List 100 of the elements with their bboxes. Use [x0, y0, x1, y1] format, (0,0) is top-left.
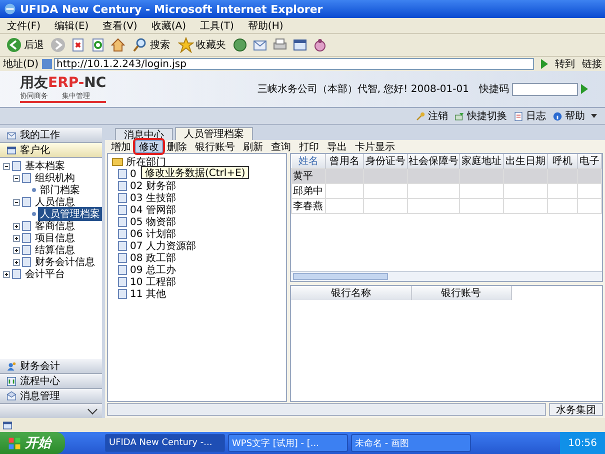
toolbar-button[interactable]: 打印 — [295, 140, 323, 153]
favorites-button[interactable]: 收藏夹 — [176, 36, 228, 54]
sidebar-section[interactable]: 流程中心 — [0, 374, 102, 389]
tree-item[interactable]: 08 政工部 — [130, 251, 176, 265]
tree-item[interactable]: 05 物资部 — [130, 215, 176, 229]
menu-item[interactable]: 收藏(A) — [144, 18, 193, 32]
tree-item[interactable]: 组织机构 — [33, 171, 77, 185]
messenger-button[interactable] — [312, 37, 328, 53]
bullet-icon — [32, 212, 36, 216]
menu-item[interactable]: 工具(T) — [193, 18, 241, 32]
favorites-icon — [178, 37, 194, 53]
log-link[interactable]: 日志 — [513, 109, 546, 123]
help-link[interactable]: 帮助 — [552, 109, 585, 123]
stop-button[interactable] — [70, 37, 86, 53]
expand-toggle[interactable] — [13, 222, 20, 230]
menu-item[interactable]: 编辑(E) — [48, 18, 96, 32]
sidebar-section[interactable]: 消息管理 — [0, 389, 102, 404]
collapse-toggle[interactable] — [3, 162, 10, 170]
tree-item[interactable]: 02 财务部 — [130, 179, 176, 193]
tree-item[interactable]: 基本档案 — [23, 159, 67, 173]
column-header[interactable]: 身份证号 — [364, 154, 408, 168]
log-icon — [513, 110, 524, 122]
tree-item[interactable]: 部门档案 — [38, 183, 82, 197]
address-label: 地址(D) — [3, 58, 39, 71]
menu-item[interactable]: 文件(F) — [0, 18, 48, 32]
tree-item[interactable]: 客商信息 — [33, 219, 77, 233]
flow-icon — [6, 376, 17, 386]
table-cell: 黄平 — [292, 168, 326, 184]
expand-toggle[interactable] — [13, 246, 20, 254]
tree-item[interactable]: 10 工程部 — [130, 275, 176, 289]
refresh-button[interactable] — [90, 37, 106, 53]
column-header[interactable]: 家庭地址 — [460, 154, 504, 168]
back-button[interactable]: 后退 — [4, 36, 46, 54]
window-title: UFIDA New Century - Microsoft Internet Explorer — [20, 2, 323, 16]
tree-item[interactable]: 结算信息 — [33, 243, 77, 257]
collapse-toggle[interactable] — [13, 174, 20, 182]
address-field[interactable]: http://10.1.2.243/login.jsp — [54, 58, 534, 70]
forward-icon — [50, 37, 66, 53]
tree-item[interactable]: 04 管网部 — [130, 203, 176, 217]
tree-item[interactable]: 人员管理档案 — [38, 207, 102, 221]
tree-item[interactable]: 06 计划部 — [130, 227, 176, 241]
status-text: 水务集团 — [549, 403, 603, 416]
menu-item[interactable]: 帮助(H) — [240, 18, 290, 32]
collapse-toggle[interactable] — [13, 198, 20, 206]
tree-item[interactable]: 11 其他 — [130, 287, 166, 301]
toolbar-button[interactable]: 查询 — [267, 140, 295, 153]
stop-icon — [70, 37, 86, 53]
toolbar-button[interactable]: 银行账号 — [191, 140, 239, 153]
horizontal-scrollbar[interactable] — [291, 270, 602, 281]
menu-item[interactable]: 查看(V) — [96, 18, 144, 32]
toolbar-button[interactable]: 增加 — [107, 140, 135, 153]
expand-toggle[interactable] — [13, 258, 20, 266]
user-info: 三峡水务公司（本部）代智, 您好! 2008-01-01 — [257, 82, 469, 96]
clock: 10:56 — [560, 432, 605, 454]
sidebar-section[interactable]: 我的工作 — [0, 128, 102, 143]
tab[interactable]: 人员管理档案 — [175, 127, 253, 140]
column-header[interactable]: 银行名称 — [291, 286, 411, 300]
sidebar-section[interactable]: 财务会计 — [0, 359, 102, 374]
start-button[interactable]: 开始 — [0, 432, 65, 454]
taskbar-button[interactable]: WPS文字 [试用] - [... — [228, 434, 348, 452]
bullet-icon — [32, 188, 36, 192]
switch-link[interactable]: 快捷切换 — [454, 109, 507, 123]
taskbar-button[interactable]: 未命名 - 画图 — [351, 434, 471, 452]
column-header[interactable]: 呼机 — [548, 154, 578, 168]
browser-icon — [4, 3, 16, 15]
messenger-icon — [312, 37, 328, 53]
column-header[interactable]: 出生日期 — [504, 154, 548, 168]
tree-item[interactable]: 09 总工办 — [130, 263, 176, 277]
shortcut-field[interactable] — [512, 82, 578, 96]
tree-item[interactable]: 07 人力资源部 — [130, 239, 196, 253]
windows-flag-icon — [8, 436, 21, 450]
toolbar-button[interactable]: 删除 — [163, 140, 191, 153]
key-icon — [415, 110, 426, 122]
edit-button[interactable] — [292, 37, 308, 53]
search-button[interactable]: 搜索 — [130, 36, 172, 54]
column-header[interactable]: 银行账号 — [411, 286, 511, 300]
column-header[interactable]: 曾用名 — [326, 154, 364, 168]
links-button[interactable]: 链接 — [582, 57, 602, 71]
table-cell: 李春燕 — [292, 198, 326, 214]
column-header[interactable]: 社会保障号 — [408, 154, 460, 168]
expand-toggle[interactable] — [3, 270, 10, 278]
sidebar-section[interactable]: 客户化 — [0, 143, 102, 158]
tree-item[interactable]: 会计平台 — [23, 267, 67, 281]
toolbar-button[interactable]: 刷新 — [239, 140, 267, 153]
toolbar-button[interactable]: 导出 — [323, 140, 351, 153]
switch-icon — [454, 110, 465, 122]
tree-item[interactable]: 所在部门 — [126, 155, 166, 169]
expand-toggle[interactable] — [13, 234, 20, 242]
tree-item[interactable]: 财务会计信息 — [33, 255, 97, 269]
tree-item[interactable]: 人员信息 — [33, 195, 77, 209]
tree-item[interactable]: 0 — [130, 168, 136, 180]
toolbar-button[interactable]: 修改 — [135, 140, 163, 153]
column-header[interactable]: 姓名 — [292, 154, 326, 168]
key-link[interactable]: 注销 — [415, 109, 448, 123]
message-icon — [6, 390, 17, 402]
toolbar-button[interactable]: 卡片显示 — [351, 140, 399, 153]
taskbar-button[interactable]: UFIDA New Century -... — [105, 434, 225, 452]
home-button[interactable] — [110, 37, 126, 53]
tree-item[interactable]: 03 生技部 — [130, 191, 176, 205]
tree-item[interactable]: 项目信息 — [33, 231, 77, 245]
